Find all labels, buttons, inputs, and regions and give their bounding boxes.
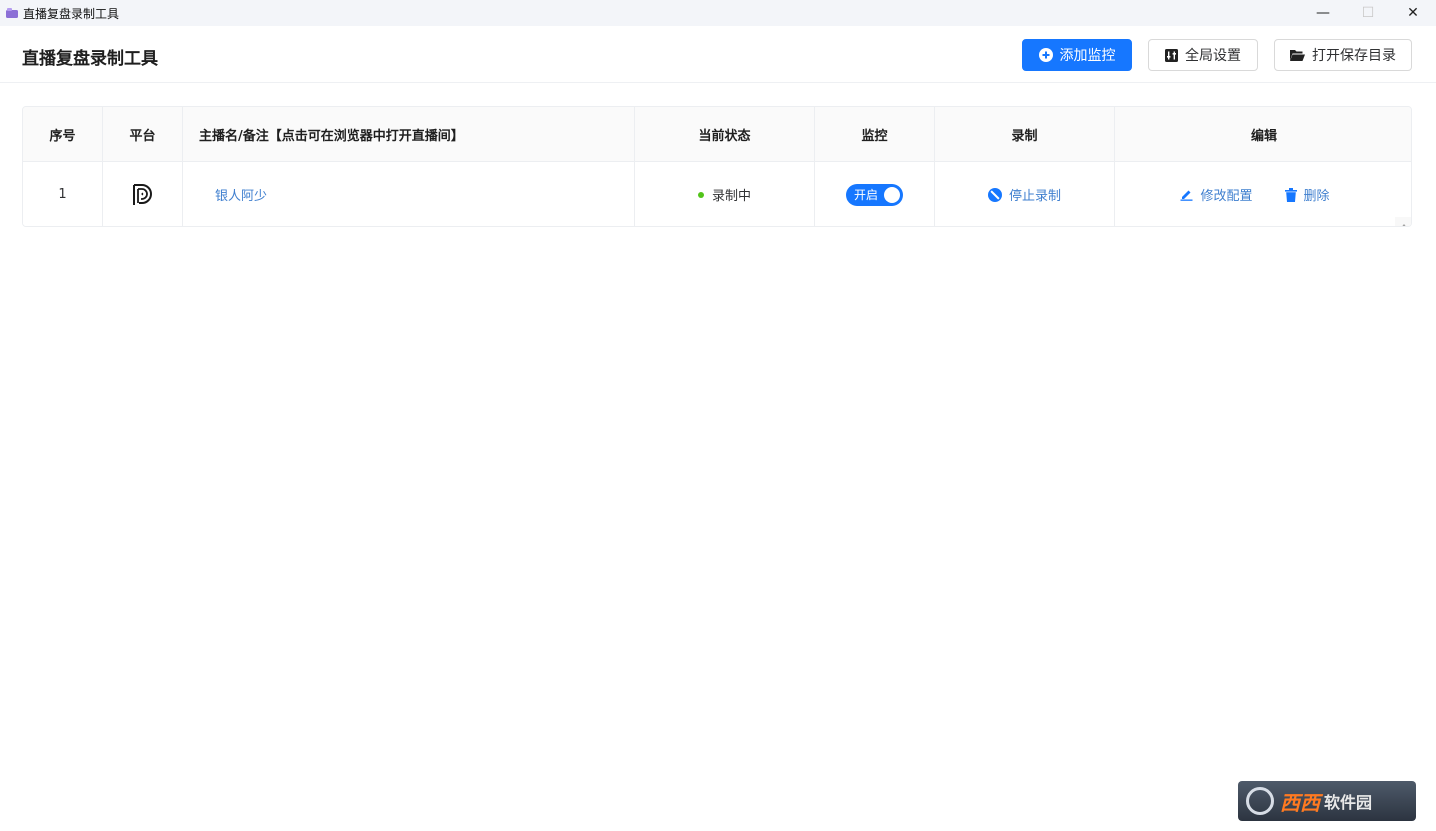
- col-header-monitor: 监控: [815, 107, 935, 161]
- table-header: 序号 平台 主播名/备注【点击可在浏览器中打开直播间】 当前状态 监控 录制 编…: [23, 107, 1411, 162]
- platform-cell: [103, 162, 183, 226]
- sliders-icon: [1165, 48, 1178, 62]
- edit-config-button[interactable]: 修改配置: [1180, 185, 1253, 204]
- open-save-dir-label: 打开保存目录: [1312, 48, 1396, 64]
- streamer-name-link[interactable]: 银人阿少: [215, 185, 267, 204]
- page-header: 直播复盘录制工具 添加监控 全局设置 打开保存目录: [0, 26, 1436, 83]
- global-settings-button[interactable]: 全局设置: [1148, 39, 1258, 71]
- toggle-knob: [884, 186, 900, 203]
- folder-open-icon: [1290, 50, 1305, 61]
- state-cell: 录制中: [635, 162, 815, 226]
- streamer-name-cell: 银人阿少: [183, 162, 635, 226]
- col-header-name: 主播名/备注【点击可在浏览器中打开直播间】: [183, 107, 635, 161]
- status-dot: [697, 191, 704, 198]
- edit-actions: 修改配置 删除: [1180, 185, 1330, 204]
- global-settings-label: 全局设置: [1185, 48, 1241, 64]
- add-monitor-button[interactable]: 添加监控: [1022, 39, 1132, 71]
- watermark-text: 西西: [1280, 790, 1320, 815]
- col-header-index: 序号: [23, 107, 103, 161]
- trash-icon: [1284, 187, 1297, 202]
- pencil-icon: [1180, 190, 1193, 201]
- watermark-circle-icon: [1246, 787, 1274, 815]
- window-title: 直播复盘录制工具: [23, 6, 120, 21]
- col-header-platform: 平台: [103, 107, 183, 161]
- monitor-cell: 开启: [815, 162, 935, 226]
- window-titlebar: 直播复盘录制工具 — ☐ ✕: [0, 0, 1436, 26]
- row-index: 1: [23, 162, 103, 226]
- monitor-toggle[interactable]: 开启: [846, 183, 903, 206]
- stop-circle-icon: [987, 187, 1002, 202]
- add-monitor-label: 添加监控: [1059, 48, 1116, 64]
- maximize-button[interactable]: ☐: [1345, 0, 1391, 26]
- table-row: 1 银人阿少 录制中 开启 停止录制 修改配置 删除: [23, 162, 1411, 226]
- monitor-toggle-label: 开启: [854, 188, 879, 202]
- douyin-d-logo-icon: [132, 183, 152, 205]
- record-cell: 停止录制: [935, 162, 1115, 226]
- edit-cell: 修改配置 删除: [1115, 162, 1395, 226]
- table-scrollbar[interactable]: [1395, 217, 1411, 226]
- edit-config-label: 修改配置: [1200, 189, 1253, 204]
- scroll-up-arrow-icon[interactable]: [1400, 224, 1408, 226]
- stop-record-label: 停止录制: [1008, 189, 1061, 204]
- status-text: 录制中: [711, 189, 751, 204]
- col-header-record: 录制: [935, 107, 1115, 161]
- delete-button[interactable]: 删除: [1284, 185, 1330, 204]
- app-icon: [6, 8, 18, 18]
- delete-label: 删除: [1303, 189, 1330, 204]
- monitor-table: 序号 平台 主播名/备注【点击可在浏览器中打开直播间】 当前状态 监控 录制 编…: [22, 106, 1412, 227]
- watermark-logo: 西西 软件园: [1238, 781, 1416, 821]
- minimize-button[interactable]: —: [1300, 0, 1346, 26]
- watermark-sub: 软件园: [1324, 793, 1373, 812]
- page-title: 直播复盘录制工具: [22, 49, 158, 69]
- close-button[interactable]: ✕: [1390, 0, 1436, 26]
- col-header-edit: 编辑: [1250, 128, 1277, 144]
- stop-record-button[interactable]: 停止录制: [987, 185, 1061, 204]
- plus-circle-icon: [1038, 48, 1053, 62]
- open-save-dir-button[interactable]: 打开保存目录: [1274, 39, 1412, 71]
- col-header-state: 当前状态: [635, 107, 815, 161]
